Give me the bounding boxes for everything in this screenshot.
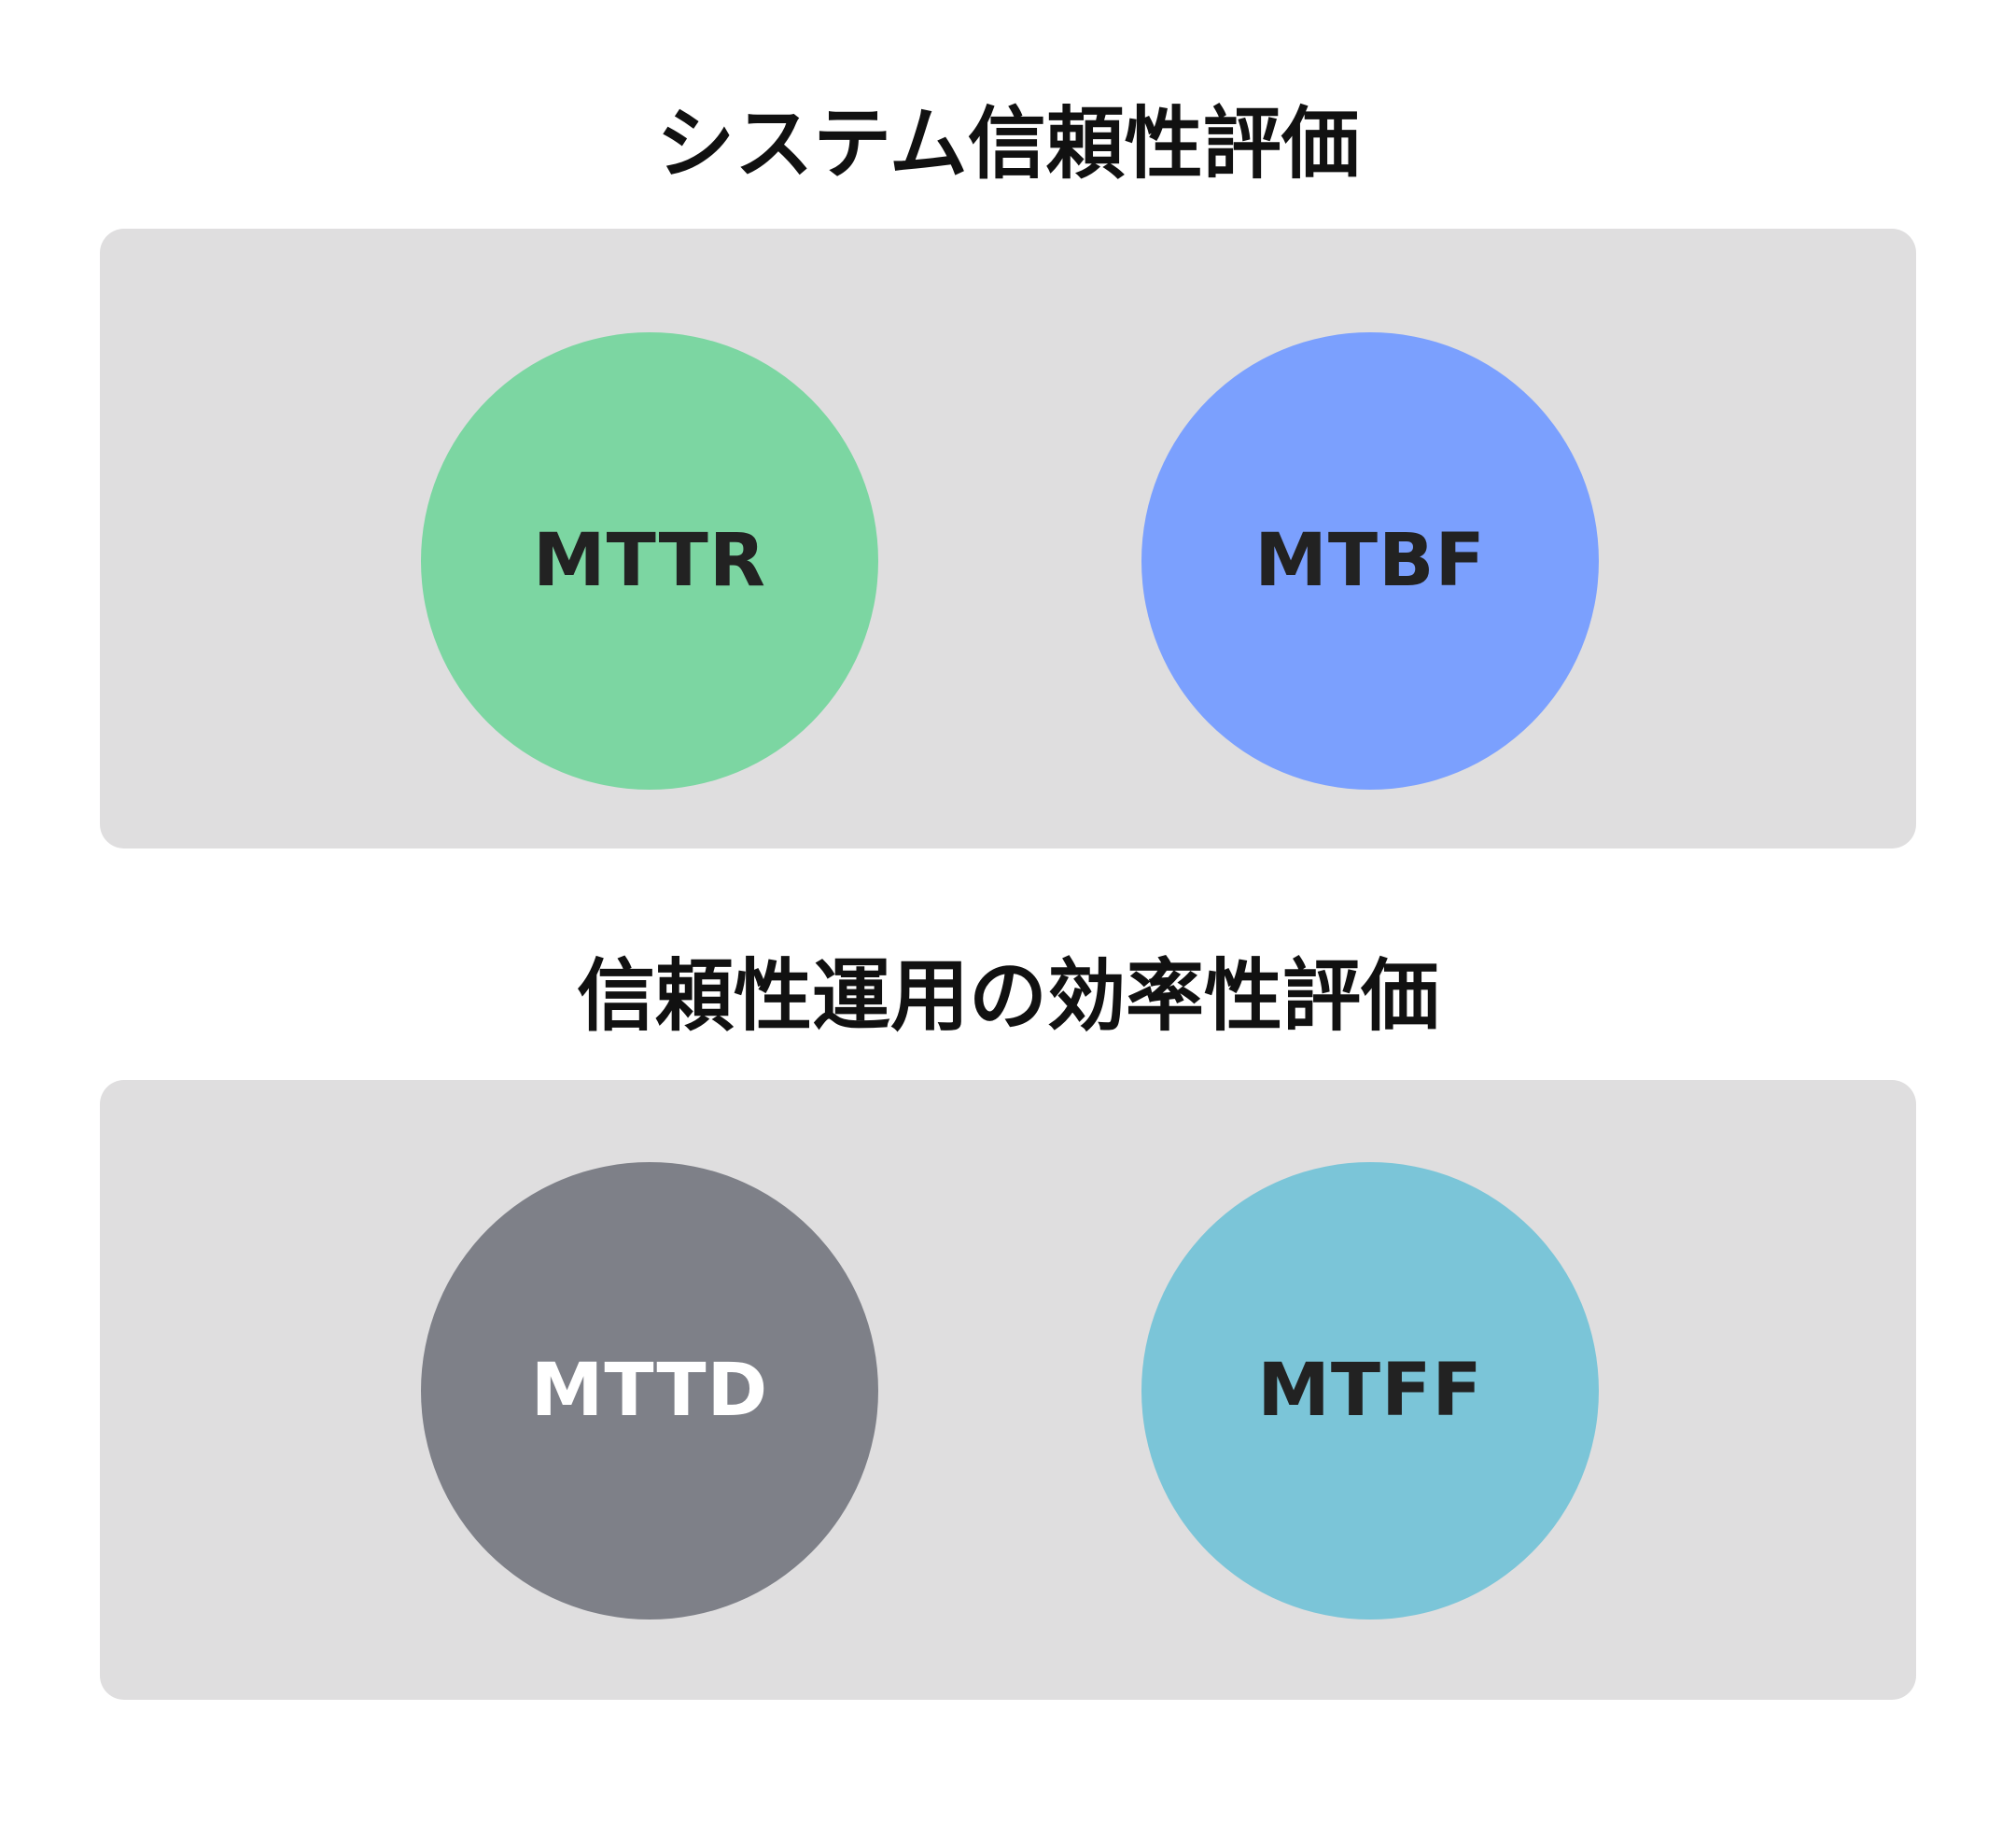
metric-circle-mtbf: MTBF — [1141, 332, 1599, 790]
metric-circle-mtff: MTFF — [1141, 1162, 1599, 1620]
metrics-panel-operations-efficiency: MTTD MTFF — [100, 1080, 1916, 1700]
metrics-panel-system-reliability: MTTR MTBF — [100, 229, 1916, 848]
metric-circle-mttr: MTTR — [421, 332, 878, 790]
metric-label-mtbf: MTBF — [1254, 519, 1486, 603]
section-title-system-reliability: システム信頼性評価 — [656, 98, 1360, 189]
metric-label-mttr: MTTR — [533, 519, 766, 603]
section-title-operations-efficiency: 信頼性運用の効率性評価 — [576, 950, 1439, 1042]
metric-circle-mttd: MTTD — [421, 1162, 878, 1620]
metric-label-mtff: MTFF — [1257, 1349, 1483, 1433]
metric-label-mttd: MTTD — [530, 1349, 769, 1433]
